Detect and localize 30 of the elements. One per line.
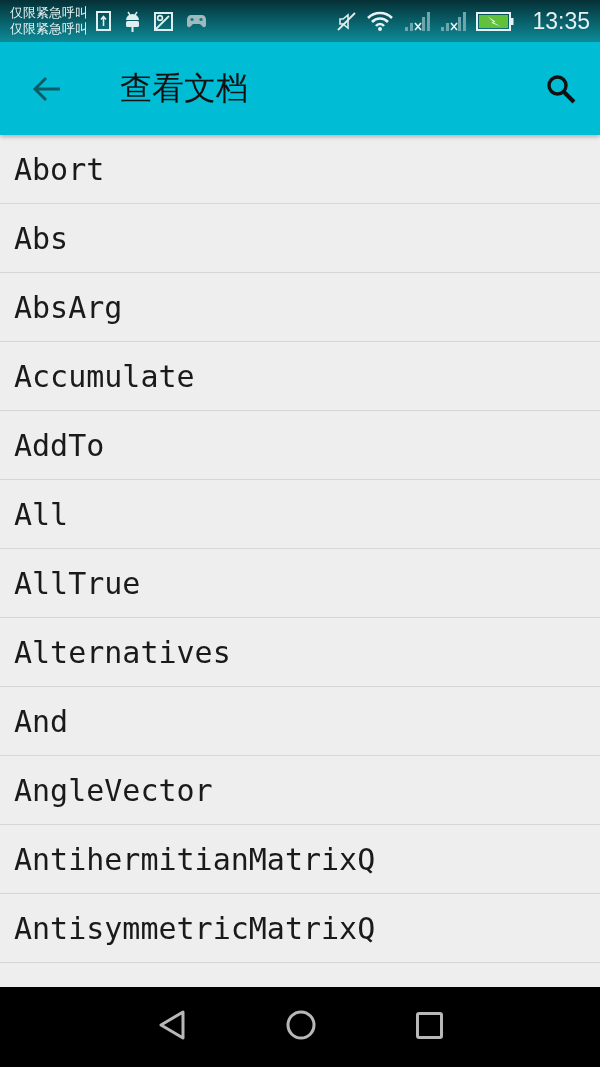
list-item[interactable]: AntisymmetricMatrixQ (0, 894, 600, 963)
nav-home-icon[interactable] (285, 1010, 316, 1040)
robot-icon (125, 10, 140, 32)
battery-charging-icon (476, 11, 515, 31)
carrier-status-text: 仅限紧急呼叫 (10, 21, 88, 37)
list-item[interactable]: AddTo (0, 411, 600, 480)
back-arrow-icon[interactable] (32, 74, 62, 103)
list-item[interactable]: All (0, 480, 600, 549)
list-item[interactable]: AbsArg (0, 273, 600, 342)
speaker-off-icon (337, 11, 357, 31)
list-item[interactable]: Alternatives (0, 618, 600, 687)
arrow-box-icon (96, 11, 111, 31)
list-item[interactable]: Abs (0, 204, 600, 273)
nav-back-icon[interactable] (157, 1010, 186, 1040)
screen-title: 查看文档 (120, 69, 248, 108)
signal-off-icon (404, 11, 431, 31)
wifi-icon (366, 11, 395, 31)
carrier-status-text: 仅限紧急呼叫 (10, 5, 88, 21)
signal-off-icon (440, 11, 467, 31)
list-item[interactable]: AngleVector (0, 756, 600, 825)
list-item[interactable]: AllTrue (0, 549, 600, 618)
gamepad-icon (187, 14, 206, 28)
image-icon (154, 11, 173, 31)
list-item[interactable]: Accumulate (0, 342, 600, 411)
list-item[interactable]: And (0, 687, 600, 756)
search-icon[interactable] (546, 73, 576, 104)
list-item[interactable]: AntihermitianMatrixQ (0, 825, 600, 894)
nav-recents-icon[interactable] (415, 1011, 443, 1039)
status-time: 13:35 (532, 9, 590, 33)
list-item[interactable]: Abort (0, 135, 600, 204)
